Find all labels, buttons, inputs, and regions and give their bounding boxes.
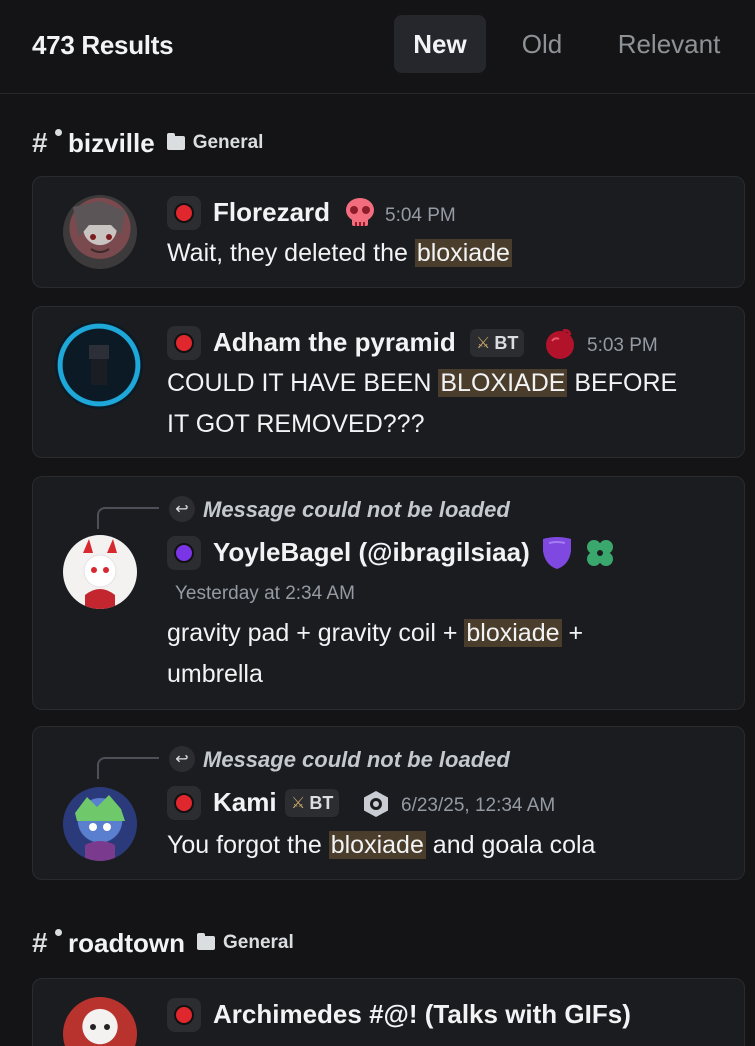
avatar[interactable] <box>63 535 137 609</box>
results-count: 473 Results <box>32 30 174 60</box>
avatar-art <box>89 345 109 385</box>
reply-preview[interactable]: Message could not be loaded <box>203 497 510 523</box>
reply-icon: ↩ <box>169 746 195 772</box>
username[interactable]: Adham the pyramid <box>213 327 456 358</box>
avatar-art <box>73 201 125 253</box>
avatar[interactable] <box>55 321 143 409</box>
tab-relevant[interactable]: Relevant <box>604 15 734 73</box>
timestamp: 5:04 PM <box>385 205 456 226</box>
username[interactable]: Kami <box>213 787 277 818</box>
role-icon <box>167 998 201 1032</box>
channel-hash-icon: # <box>32 127 62 159</box>
folder-icon <box>197 933 215 950</box>
message-result[interactable]: Archimedes #@! (Talks with GIFs) <box>32 978 745 1046</box>
message-result[interactable]: ↩ Message could not be loaded YoyleBagel… <box>32 476 745 710</box>
channel-hash-icon: # <box>32 927 62 959</box>
channel-header[interactable]: # roadtown General <box>32 926 294 960</box>
timestamp: 6/23/25, 12:34 AM <box>401 795 556 816</box>
category-name: General <box>223 932 294 953</box>
search-highlight: bloxiade <box>464 619 562 647</box>
reply-connector <box>97 507 159 529</box>
role-icon <box>167 536 201 570</box>
tab-old[interactable]: Old <box>506 15 578 73</box>
search-highlight: bloxiade <box>414 239 512 267</box>
avatar-art <box>83 539 117 609</box>
search-highlight: BLOXIADE <box>438 369 568 397</box>
avatar[interactable] <box>63 997 137 1046</box>
message-text: gravity pad + gravity coil + bloxiade + … <box>167 619 584 688</box>
folder-icon <box>166 133 185 150</box>
username[interactable]: YoyleBagel (@ibragilsiaa) <box>213 537 530 568</box>
search-results-header: 473 Results New Old Relevant <box>0 0 755 94</box>
sword-icon: ⚔ <box>291 795 306 812</box>
category-name: General <box>192 132 264 153</box>
message-result[interactable]: Adham the pyramid ⚔ BT 5:03 PM COULD IT … <box>32 306 745 458</box>
shield-icon <box>537 535 577 571</box>
ring-icon <box>361 789 391 819</box>
reply-connector <box>97 757 159 779</box>
server-tag[interactable]: ⚔ BT <box>285 789 340 817</box>
search-highlight: bloxiade <box>328 831 426 859</box>
role-icon <box>167 196 201 230</box>
tab-new[interactable]: New <box>394 15 486 73</box>
reply-preview[interactable]: Message could not be loaded <box>203 747 510 773</box>
avatar[interactable] <box>63 787 137 861</box>
channel-name: roadtown <box>68 927 185 958</box>
skull-icon <box>343 197 377 229</box>
apple-icon <box>543 327 577 361</box>
avatar-art <box>75 795 125 861</box>
message-result[interactable]: Florezard 5:04 PM Wait, they deleted the… <box>32 176 745 288</box>
channel-header[interactable]: # bizville General <box>32 126 263 160</box>
message-text: You forgot the bloxiade and goala cola <box>167 831 596 859</box>
username[interactable]: Florezard <box>213 197 330 228</box>
sword-icon: ⚔ <box>476 335 491 352</box>
username[interactable]: Archimedes #@! (Talks with GIFs) <box>213 999 631 1030</box>
timestamp: 5:03 PM <box>587 335 658 356</box>
message-text: COULD IT HAVE BEEN BLOXIADE BEFORE IT GO… <box>167 369 678 438</box>
role-icon <box>167 786 201 820</box>
clover-icon <box>581 535 619 571</box>
server-tag[interactable]: ⚔ BT <box>470 329 525 357</box>
timestamp: Yesterday at 2:34 AM <box>175 583 355 604</box>
reply-icon: ↩ <box>169 496 195 522</box>
channel-name: bizville <box>68 127 155 158</box>
role-icon <box>167 326 201 360</box>
avatar[interactable] <box>63 195 137 269</box>
avatar-art <box>90 1024 110 1030</box>
message-text: Wait, they deleted the bloxiade <box>167 239 512 267</box>
message-result[interactable]: ↩ Message could not be loaded Kami ⚔ BT … <box>32 726 745 880</box>
